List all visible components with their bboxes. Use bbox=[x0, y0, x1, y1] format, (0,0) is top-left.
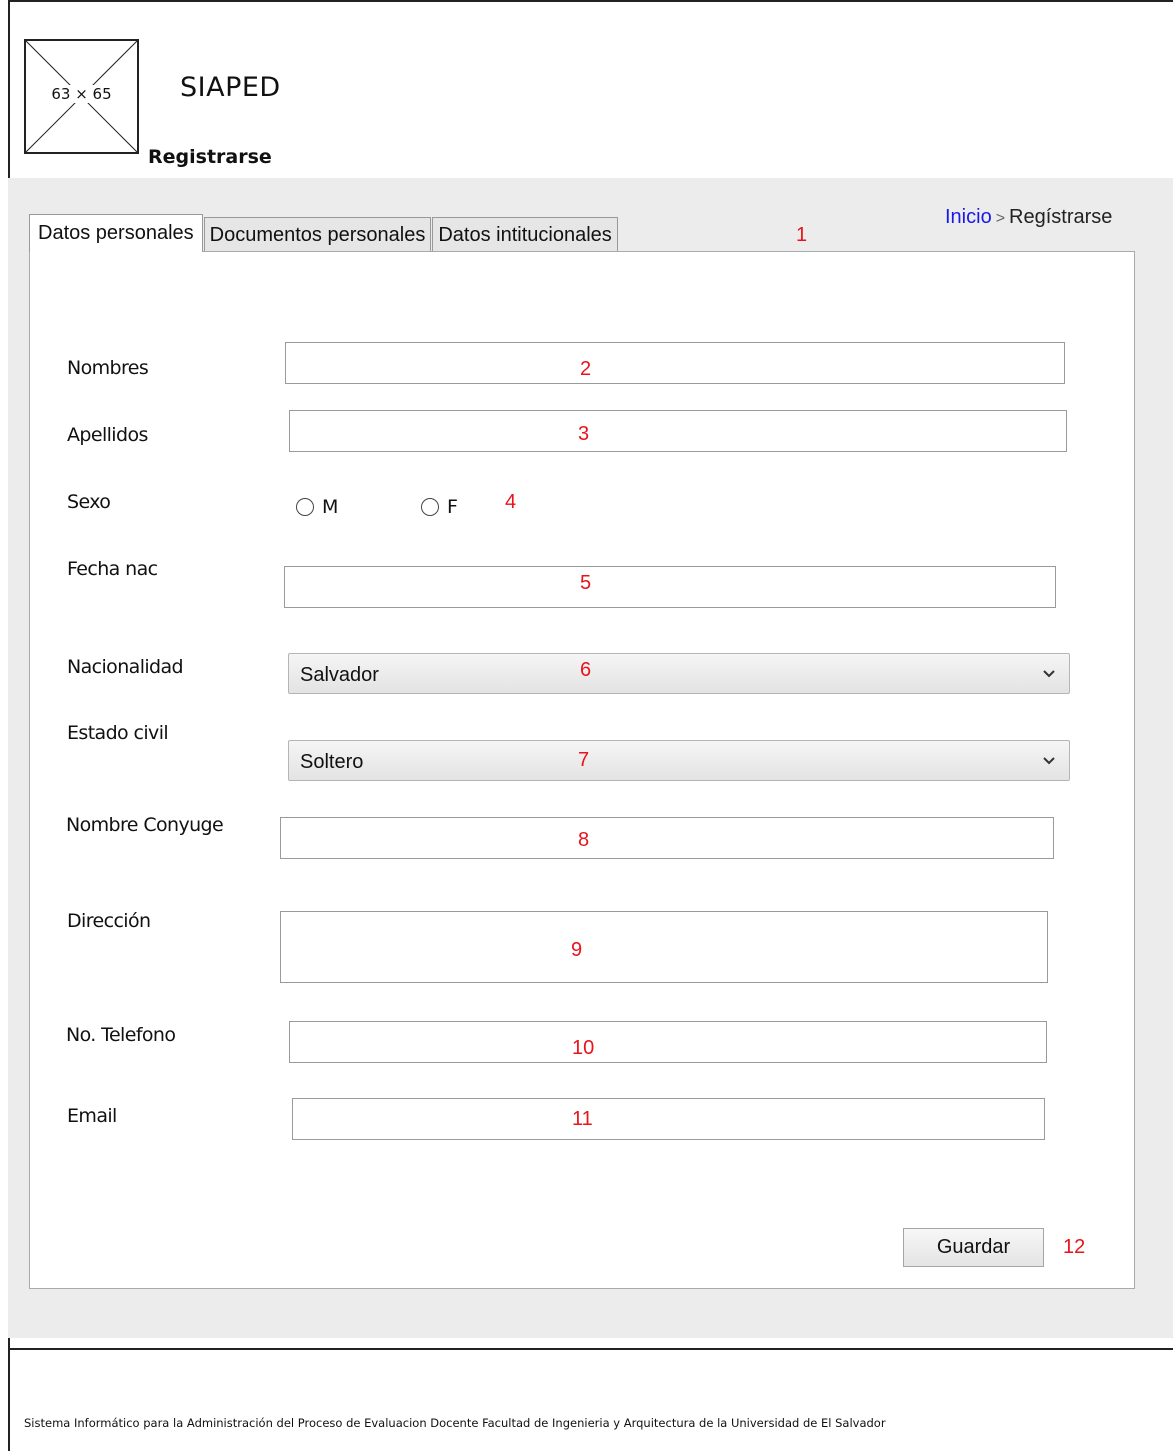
breadcrumb-current: Regístrarse bbox=[1009, 206, 1113, 228]
radio-circle-icon[interactable] bbox=[421, 498, 439, 516]
logo-placeholder: 63 × 65 bbox=[24, 39, 139, 154]
annotation-marker: 4 bbox=[505, 491, 517, 513]
nacionalidad-label: Nacionalidad bbox=[67, 656, 184, 678]
direccion-label: Dirección bbox=[67, 910, 151, 932]
fecha-nac-input[interactable] bbox=[284, 566, 1056, 608]
apellidos-label: Apellidos bbox=[67, 424, 148, 446]
nombre-conyuge-input[interactable] bbox=[280, 817, 1054, 859]
annotation-marker: 5 bbox=[580, 572, 592, 594]
radio-label-f: F bbox=[447, 496, 458, 518]
breadcrumb-separator: > bbox=[995, 210, 1006, 227]
tab-datos-personales[interactable]: Datos personales bbox=[29, 214, 203, 252]
annotation-marker: 10 bbox=[572, 1037, 595, 1059]
tab-datos-intitucionales[interactable]: Datos intitucionales bbox=[432, 217, 618, 251]
nacionalidad-selected-value: Salvador bbox=[300, 664, 379, 686]
apellidos-input[interactable] bbox=[289, 410, 1067, 452]
footer-divider bbox=[8, 1348, 1173, 1350]
annotation-marker: 1 bbox=[796, 224, 808, 246]
estado-civil-select[interactable]: Soltero bbox=[288, 740, 1070, 781]
direccion-textarea[interactable] bbox=[280, 911, 1048, 983]
annotation-marker: 9 bbox=[571, 939, 583, 961]
logo-dimensions: 63 × 65 bbox=[49, 85, 114, 103]
radio-label-m: M bbox=[322, 496, 339, 518]
chevron-down-icon bbox=[1043, 670, 1055, 678]
annotation-marker: 6 bbox=[580, 659, 592, 681]
app-title: SIAPED bbox=[180, 72, 281, 103]
annotation-marker: 8 bbox=[578, 829, 590, 851]
footer-text: Sistema Informático para la Administraci… bbox=[24, 1416, 886, 1430]
radio-circle-icon[interactable] bbox=[296, 498, 314, 516]
email-label: Email bbox=[67, 1105, 117, 1127]
save-button[interactable]: Guardar bbox=[903, 1228, 1044, 1267]
chevron-down-icon bbox=[1043, 757, 1055, 765]
annotation-marker: 2 bbox=[580, 358, 592, 380]
fecha-nac-label: Fecha nac bbox=[67, 558, 158, 580]
annotation-marker: 7 bbox=[578, 749, 590, 771]
breadcrumb: Inicio > Regístrarse bbox=[945, 206, 1112, 229]
breadcrumb-home-link[interactable]: Inicio bbox=[945, 206, 992, 228]
annotation-marker: 12 bbox=[1063, 1236, 1086, 1258]
telefono-label: No. Telefono bbox=[66, 1024, 176, 1046]
sexo-radio-m[interactable]: M bbox=[296, 496, 338, 518]
estado-civil-label: Estado civil bbox=[67, 722, 169, 744]
sexo-radio-f[interactable]: F bbox=[421, 496, 458, 518]
nombres-input[interactable] bbox=[285, 342, 1065, 384]
nombres-label: Nombres bbox=[67, 357, 149, 379]
nacionalidad-select[interactable]: Salvador bbox=[288, 653, 1070, 694]
page-title: Registrarse bbox=[148, 146, 272, 168]
email-input[interactable] bbox=[292, 1098, 1045, 1140]
nombre-conyuge-label: Nombre Conyuge bbox=[66, 814, 224, 836]
sexo-label: Sexo bbox=[67, 491, 111, 513]
tab-documentos-personales[interactable]: Documentos personales bbox=[203, 217, 432, 251]
telefono-input[interactable] bbox=[289, 1021, 1047, 1063]
tab-bar: Datos personales Documentos personales D… bbox=[29, 212, 619, 252]
annotation-marker: 3 bbox=[578, 423, 590, 445]
annotation-marker: 11 bbox=[572, 1108, 593, 1130]
estado-civil-selected-value: Soltero bbox=[300, 751, 364, 773]
